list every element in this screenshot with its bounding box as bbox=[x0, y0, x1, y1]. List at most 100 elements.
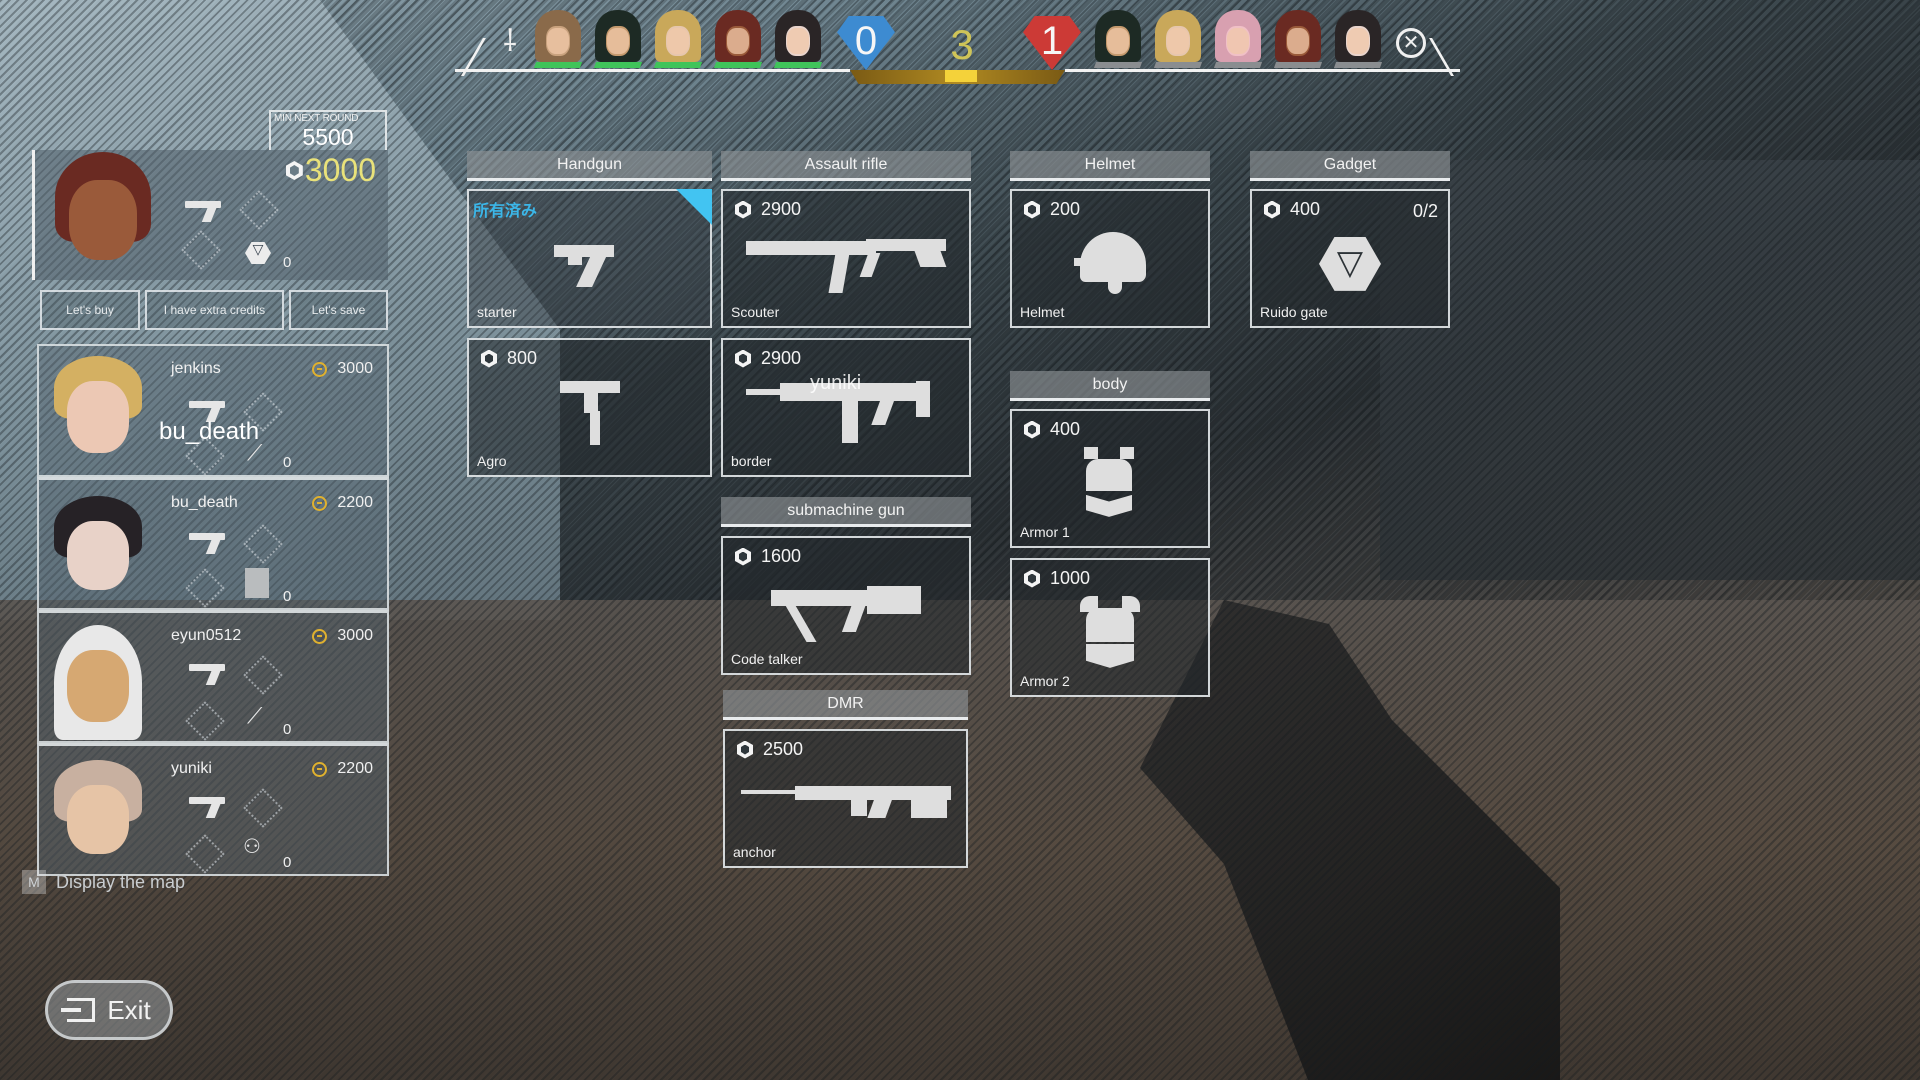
scoreboard-hud: ⸸ 0 3 1 ✕ bbox=[455, 0, 1460, 90]
category-assault-rifle: Assault rifle bbox=[721, 151, 971, 181]
item-ruido-gate[interactable]: 400 0/2 Ruido gate bbox=[1250, 189, 1450, 328]
enemy-health-bar bbox=[1213, 62, 1263, 68]
credit-hex-icon bbox=[735, 349, 751, 368]
enemy-health-bar bbox=[1273, 62, 1323, 68]
armor-2-icon bbox=[1080, 595, 1140, 670]
member-credits: 3000 bbox=[312, 360, 373, 378]
exit-label: Exit bbox=[107, 994, 151, 1025]
extra-credits-button[interactable]: I have extra credits bbox=[145, 290, 284, 330]
lets-save-button[interactable]: Let's save bbox=[289, 290, 388, 330]
category-helmet: Helmet bbox=[1010, 151, 1210, 181]
map-key: M bbox=[22, 870, 46, 894]
item-border[interactable]: 2900 border bbox=[721, 338, 971, 477]
empty-armor-slot bbox=[181, 230, 221, 270]
pistol-icon bbox=[189, 530, 227, 554]
category-smg: submachine gun bbox=[721, 497, 971, 527]
member-avatar bbox=[43, 760, 153, 872]
ally-health-bar bbox=[593, 62, 643, 68]
ally-portrait bbox=[653, 10, 703, 68]
dagger-icon: ⸸ bbox=[502, 25, 518, 58]
member-name: yuniki bbox=[171, 760, 212, 777]
credit-hex-icon bbox=[1024, 420, 1040, 439]
item-name: Helmet bbox=[1020, 304, 1065, 320]
item-anchor[interactable]: 2500 anchor bbox=[723, 729, 968, 868]
lets-buy-button[interactable]: Let's buy bbox=[40, 290, 140, 330]
knife-icon: ⟋ bbox=[247, 703, 263, 728]
empty-armor-slot bbox=[185, 834, 225, 874]
item-name: anchor bbox=[733, 844, 776, 860]
enemy-portrait-face bbox=[1215, 10, 1261, 62]
credit-hex-icon bbox=[481, 349, 497, 368]
ally-portrait-face bbox=[655, 10, 701, 62]
min-next-round-box: MIN NEXT ROUND 5500 bbox=[269, 110, 387, 150]
armor-1-icon bbox=[1084, 446, 1136, 521]
pistol-icon bbox=[185, 198, 223, 222]
map-hint[interactable]: M Display the map bbox=[22, 870, 185, 894]
crossed-circle-icon: ✕ bbox=[1396, 28, 1426, 58]
min-next-round-label: MIN NEXT ROUND bbox=[274, 113, 359, 124]
helmet-icon bbox=[1074, 228, 1146, 300]
item-price: 1600 bbox=[735, 546, 801, 567]
self-gadget-count: 0 bbox=[283, 254, 292, 271]
category-body: body bbox=[1010, 371, 1210, 401]
team-member[interactable]: bu_death 2200 0 bbox=[37, 477, 389, 610]
item-name: border bbox=[731, 453, 772, 469]
item-name: Armor 1 bbox=[1020, 524, 1070, 540]
credit-hex-icon bbox=[1024, 569, 1040, 588]
pistol-icon bbox=[189, 661, 227, 685]
item-helmet[interactable]: 200 Helmet bbox=[1010, 189, 1210, 328]
team-member[interactable]: eyun0512 3000 ⟋ 0 bbox=[37, 610, 389, 743]
item-agro[interactable]: 800 Agro bbox=[467, 338, 712, 477]
member-avatar bbox=[43, 625, 153, 740]
item-armor-1[interactable]: 400 Armor 1 bbox=[1010, 409, 1210, 548]
item-name: Agro bbox=[477, 453, 507, 469]
self-avatar bbox=[43, 152, 163, 280]
member-credits: 3000 bbox=[312, 627, 373, 645]
ally-portrait bbox=[593, 10, 643, 68]
drone-icon: ⚇ bbox=[243, 836, 261, 858]
price-value: 2900 bbox=[761, 199, 802, 219]
map-hint-label: Display the map bbox=[56, 871, 186, 892]
enemy-portrait bbox=[1213, 10, 1263, 68]
credit-hex-icon bbox=[737, 740, 753, 759]
item-name: Code talker bbox=[731, 651, 803, 667]
agro-pistol-icon bbox=[559, 380, 620, 445]
member-gadget-count: 0 bbox=[283, 454, 292, 471]
item-name: starter bbox=[477, 304, 517, 320]
round-number: 3 bbox=[950, 21, 974, 68]
ally-portrait-face bbox=[715, 10, 761, 62]
team-member[interactable]: jenkins 3000 ⟋ 0 bu_death bbox=[37, 344, 389, 477]
item-price: 1000 bbox=[1024, 568, 1090, 589]
item-starter[interactable]: 所有済み starter bbox=[467, 189, 712, 328]
item-name: Scouter bbox=[731, 304, 780, 320]
scouter-rifle-icon bbox=[746, 231, 947, 297]
empty-armor-slot bbox=[185, 568, 225, 608]
coin-icon bbox=[312, 361, 328, 377]
ally-health-bar bbox=[533, 62, 583, 68]
item-armor-2[interactable]: 1000 Armor 2 bbox=[1010, 558, 1210, 697]
price-value: 400 bbox=[1290, 199, 1321, 219]
price-value: 800 bbox=[507, 348, 538, 368]
member-avatar bbox=[43, 496, 153, 608]
team-list: jenkins 3000 ⟋ 0 bu_death bu_death 2200 … bbox=[37, 344, 389, 876]
exit-button[interactable]: Exit bbox=[45, 980, 173, 1040]
member-gadget-count: 0 bbox=[283, 721, 292, 738]
item-scouter[interactable]: 2900 Scouter bbox=[721, 189, 971, 328]
empty-primary-slot bbox=[243, 788, 283, 828]
self-credits: 3000 bbox=[285, 152, 376, 189]
exit-icon bbox=[61, 998, 96, 1022]
member-gadget-count: 0 bbox=[283, 588, 292, 605]
coin-icon bbox=[312, 761, 328, 777]
member-credits: 2200 bbox=[312, 760, 373, 778]
item-code-talker[interactable]: 1600 Code talker bbox=[721, 536, 971, 675]
price-value: 400 bbox=[1050, 419, 1081, 439]
enemy-portrait-face bbox=[1275, 10, 1321, 62]
category-gadget: Gadget bbox=[1250, 151, 1450, 181]
team-member[interactable]: yuniki 2200 ⚇ 0 bbox=[37, 743, 389, 876]
code-talker-smg-icon bbox=[771, 578, 921, 644]
member-name: bu_death bbox=[171, 494, 238, 511]
anchor-dmr-icon bbox=[740, 784, 951, 824]
ally-portrait-face bbox=[535, 10, 581, 62]
coin-icon bbox=[312, 628, 328, 644]
category-dmr: DMR bbox=[723, 690, 968, 720]
